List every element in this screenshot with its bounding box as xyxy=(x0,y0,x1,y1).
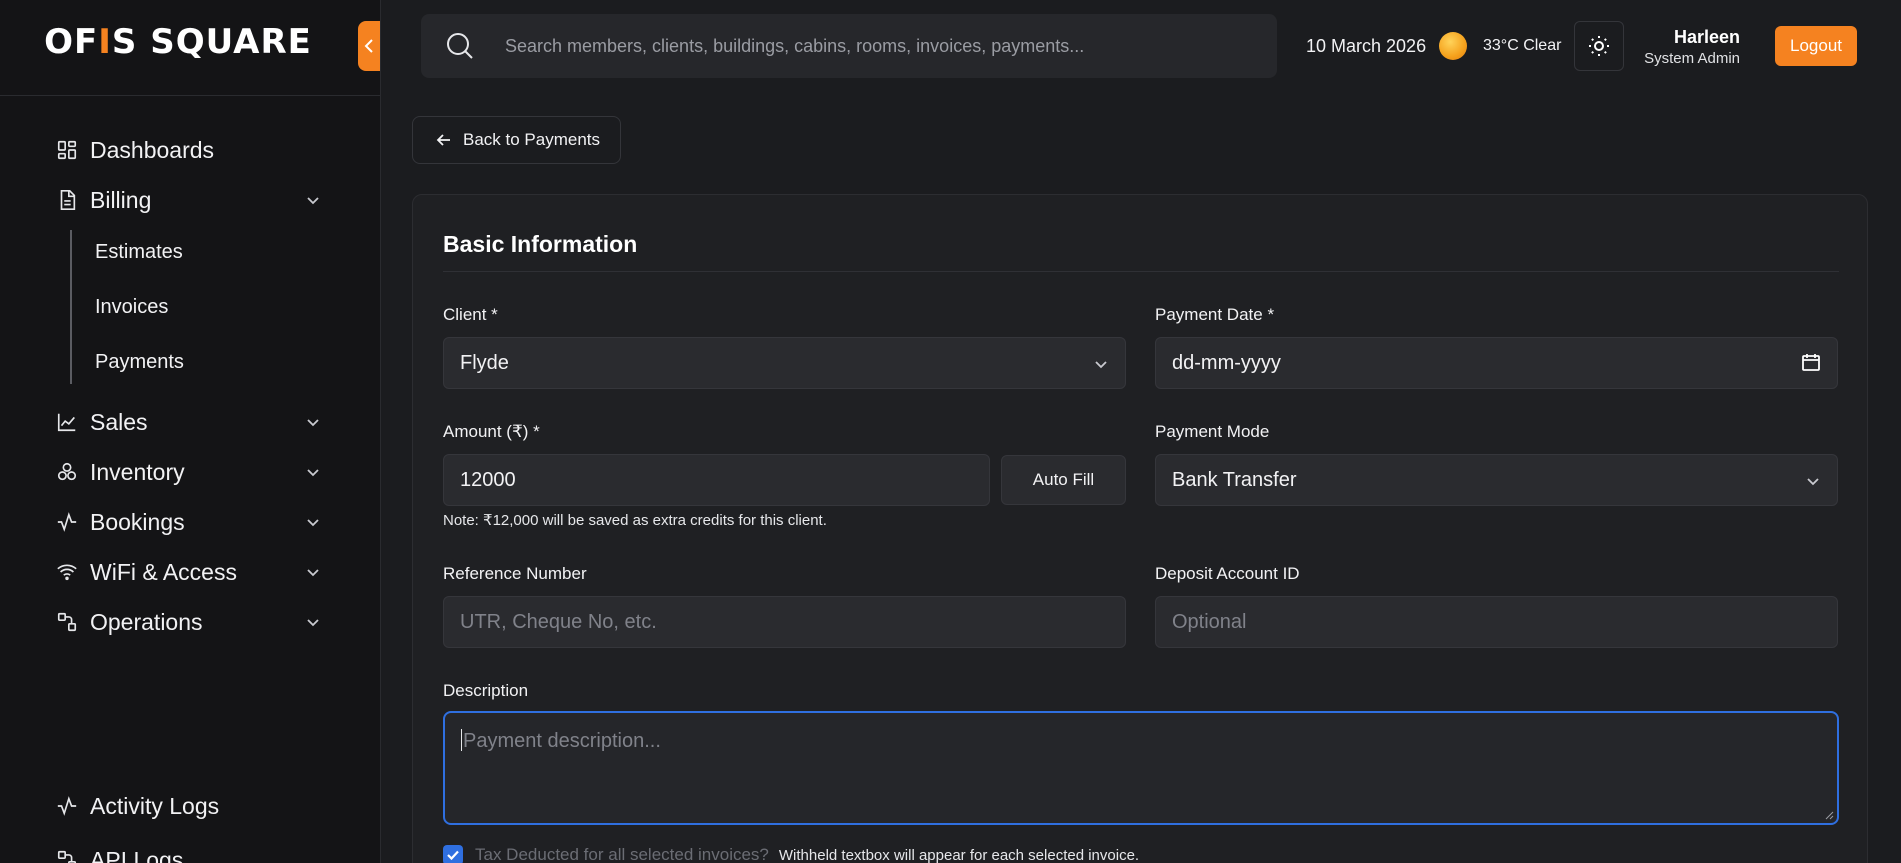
arrow-left-icon xyxy=(436,134,450,146)
text-caret xyxy=(461,729,462,751)
amount-input[interactable]: 12000 xyxy=(443,454,990,506)
section-title: Basic Information xyxy=(443,231,638,257)
calendar-icon[interactable] xyxy=(1801,352,1821,372)
boxes-icon xyxy=(56,461,78,483)
sidebar-item-api-logs[interactable]: API Logs xyxy=(56,840,321,863)
user-role: System Admin xyxy=(1644,50,1740,67)
operations-icon xyxy=(56,849,78,863)
payment-mode-select[interactable]: Bank Transfer xyxy=(1155,454,1838,506)
app-root: OFIS SQUARE Dashboards Billing Estimates… xyxy=(0,0,1901,863)
sidebar-item-wifi-access[interactable]: WiFi & Access xyxy=(56,552,321,592)
payment-mode-label: Payment Mode xyxy=(1155,422,1270,441)
back-to-payments-button[interactable]: Back to Payments xyxy=(412,116,621,164)
global-search xyxy=(421,14,1277,78)
sidebar-item-label: Operations xyxy=(90,608,203,635)
submenu-guide-line xyxy=(70,230,72,384)
sidebar-item-label: Sales xyxy=(90,408,148,435)
sidebar-subitem-invoices[interactable]: Invoices xyxy=(95,292,168,322)
chevron-down-icon xyxy=(307,569,319,577)
search-icon xyxy=(447,33,473,59)
logo-area: OFIS SQUARE xyxy=(0,0,380,96)
sun-icon xyxy=(1589,36,1609,56)
chevron-down-icon xyxy=(307,197,319,205)
search-input[interactable] xyxy=(505,35,1265,57)
sidebar-item-label: API Logs xyxy=(90,846,184,863)
section-divider xyxy=(443,271,1839,272)
sidebar-item-bookings[interactable]: Bookings xyxy=(56,502,321,542)
document-icon xyxy=(56,189,78,211)
sidebar-item-activity-logs[interactable]: Activity Logs xyxy=(56,786,321,826)
chevron-down-icon xyxy=(1807,478,1819,486)
description-textarea[interactable]: Payment description... xyxy=(443,711,1839,825)
back-button-label: Back to Payments xyxy=(463,130,601,149)
chevron-down-icon xyxy=(307,419,319,427)
theme-toggle-button[interactable] xyxy=(1574,21,1624,71)
sidebar-subitem-estimates[interactable]: Estimates xyxy=(95,237,183,267)
reference-number-label: Reference Number xyxy=(443,564,587,583)
weather-status: 33°C Clear xyxy=(1483,37,1562,54)
amount-label: Amount (₹) * xyxy=(443,422,540,441)
sidebar-item-label: Dashboards xyxy=(90,136,215,163)
payment-mode-selected-value: Bank Transfer xyxy=(1172,468,1297,491)
tax-deducted-label[interactable]: Tax Deducted for all selected invoices? xyxy=(475,845,769,863)
sidebar-item-label: Billing xyxy=(90,186,152,213)
sidebar-item-label: Activity Logs xyxy=(90,792,220,819)
payment-date-label: Payment Date * xyxy=(1155,305,1275,324)
sidebar-item-inventory[interactable]: Inventory xyxy=(56,452,321,492)
chevron-down-icon xyxy=(307,619,319,627)
sun-weather-icon xyxy=(1439,32,1467,60)
amount-value: 12000 xyxy=(460,468,516,491)
sidebar-collapse-button[interactable] xyxy=(358,21,380,71)
sidebar-item-operations[interactable]: Operations xyxy=(56,602,321,642)
sidebar-item-label: Bookings xyxy=(90,508,185,535)
payment-date-input[interactable]: dd-mm-yyyy xyxy=(1155,337,1838,389)
sidebar-item-label: Inventory xyxy=(90,458,185,485)
amount-credit-note: Note: ₹12,000 will be saved as extra cre… xyxy=(443,512,827,529)
resize-handle-icon[interactable] xyxy=(1824,810,1834,820)
description-label: Description xyxy=(443,681,529,700)
chevron-down-icon xyxy=(307,469,319,477)
chevron-down-icon xyxy=(1095,361,1107,369)
deposit-account-label: Deposit Account ID xyxy=(1155,564,1300,583)
wifi-icon xyxy=(56,561,78,583)
logout-button[interactable]: Logout xyxy=(1775,26,1857,66)
activity-icon xyxy=(56,795,78,817)
brand-logo[interactable]: OFIS SQUARE xyxy=(44,22,312,62)
activity-icon xyxy=(56,511,78,533)
tax-deducted-hint: Withheld textbox will appear for each se… xyxy=(778,846,1140,863)
description-placeholder: Payment description... xyxy=(463,730,661,752)
basic-information-card: Basic Information Client * Flyde Payment… xyxy=(412,194,1868,863)
chevron-left-icon xyxy=(364,39,373,53)
client-selected-value: Flyde xyxy=(460,351,509,374)
sidebar: OFIS SQUARE Dashboards Billing Estimates… xyxy=(0,0,381,863)
tax-deducted-checkbox[interactable] xyxy=(443,845,463,863)
sidebar-item-billing[interactable]: Billing xyxy=(56,180,321,220)
operations-icon xyxy=(56,611,78,633)
checkmark-icon xyxy=(447,850,459,861)
sidebar-item-label: WiFi & Access xyxy=(90,558,237,585)
dashboard-icon xyxy=(56,139,78,161)
line-chart-icon xyxy=(56,411,78,433)
auto-fill-button[interactable]: Auto Fill xyxy=(1001,455,1126,505)
sidebar-item-dashboards[interactable]: Dashboards xyxy=(56,130,321,170)
payment-date-placeholder: dd-mm-yyyy xyxy=(1172,351,1281,374)
deposit-account-input[interactable]: Optional xyxy=(1155,596,1838,648)
sidebar-item-sales[interactable]: Sales xyxy=(56,402,321,442)
reference-number-placeholder: UTR, Cheque No, etc. xyxy=(460,610,657,633)
user-name: Harleen xyxy=(1673,27,1740,47)
deposit-account-placeholder: Optional xyxy=(1172,610,1247,633)
sidebar-subitem-payments[interactable]: Payments xyxy=(95,347,184,377)
current-date: 10 March 2026 xyxy=(1306,36,1427,56)
chevron-down-icon xyxy=(307,519,319,527)
client-label: Client * xyxy=(443,305,498,324)
reference-number-input[interactable]: UTR, Cheque No, etc. xyxy=(443,596,1126,648)
client-select[interactable]: Flyde xyxy=(443,337,1126,389)
tax-deducted-row: Tax Deducted for all selected invoices? … xyxy=(443,845,1139,863)
